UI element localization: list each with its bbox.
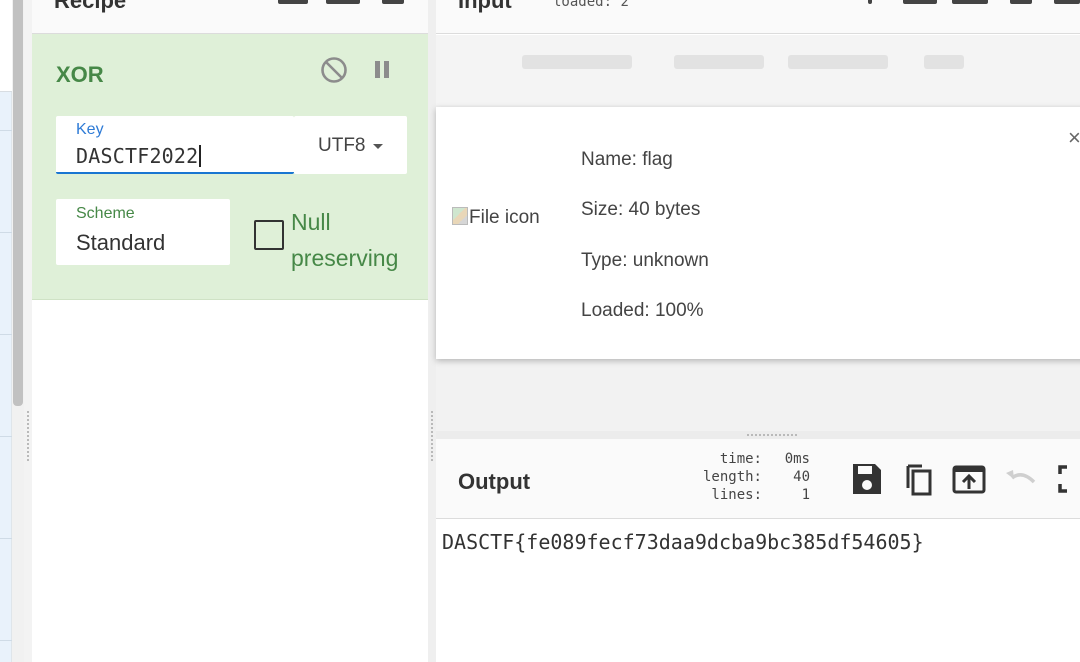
key-label: Key	[76, 121, 104, 138]
save-icon[interactable]	[849, 460, 885, 498]
input-header: Input loaded: 2	[436, 0, 1080, 34]
null-preserving-label[interactable]: Null preserving	[291, 204, 421, 276]
null-preserving-checkbox[interactable]	[254, 220, 284, 250]
maximise-icon[interactable]	[1054, 460, 1080, 498]
input-tab[interactable]	[674, 55, 764, 69]
input-tabs-bar	[436, 35, 1080, 105]
key-value[interactable]: DASCTF2022	[76, 144, 198, 168]
output-text[interactable]: DASCTF{fe089fecf73daa9dcba9bc385df54605}	[442, 530, 924, 554]
output-title: Output	[458, 469, 531, 494]
input-tab[interactable]	[788, 55, 888, 69]
open-file-icon[interactable]	[952, 0, 988, 4]
key-input[interactable]: Key DASCTF2022	[56, 116, 294, 174]
input-title: Input	[458, 0, 512, 13]
operations-scrollbar[interactable]	[12, 0, 24, 662]
recipe-title: Recipe	[54, 0, 127, 13]
column-resizer-right[interactable]	[428, 0, 436, 662]
file-type: Type: unknown	[581, 250, 709, 271]
undo-icon[interactable]	[1002, 460, 1038, 498]
operation-name: XOR	[56, 62, 104, 87]
loaded-count: 2	[620, 0, 629, 10]
disable-icon[interactable]	[320, 56, 348, 84]
file-details-overlay: File icon Name: flag Size: 40 bytes Type…	[436, 107, 1080, 359]
io-resizer[interactable]	[436, 431, 1080, 439]
replace-input-icon[interactable]	[951, 460, 987, 498]
add-input-icon[interactable]	[868, 0, 872, 4]
scheme-value[interactable]: Standard	[76, 230, 165, 256]
stat-length: length: 40	[702, 469, 810, 485]
layout-icon[interactable]	[1054, 0, 1080, 4]
operations-list	[0, 0, 12, 662]
close-icon[interactable]: ×	[1068, 125, 1080, 151]
file-size: Size: 40 bytes	[581, 199, 701, 220]
pause-icon[interactable]	[372, 58, 392, 82]
caret-down-icon	[373, 144, 383, 149]
load-recipe-icon[interactable]	[326, 0, 360, 4]
file-name: Name: flag	[581, 149, 673, 170]
io-panel: Input loaded: 2 File icon Name: flag Siz…	[436, 0, 1080, 662]
stat-lines: lines: 1	[711, 487, 810, 503]
text-caret	[199, 145, 201, 167]
file-icon: File icon	[452, 207, 562, 251]
clear-recipe-icon[interactable]	[382, 0, 404, 4]
recipe-panel: Recipe XOR Key DASCTF2022 UTF8 Scheme St…	[32, 0, 432, 662]
clear-input-icon[interactable]	[1010, 0, 1032, 4]
recipe-header: Recipe	[32, 0, 432, 34]
file-loaded: Loaded: 100%	[581, 300, 704, 321]
input-loaded-count: loaded: 2	[553, 0, 629, 10]
input-tab[interactable]	[924, 55, 964, 69]
save-recipe-icon[interactable]	[278, 0, 308, 4]
key-encoding-label: UTF8	[318, 135, 366, 156]
broken-image-icon	[452, 207, 468, 225]
cyberchef-window: Recipe XOR Key DASCTF2022 UTF8 Scheme St…	[0, 0, 1080, 662]
scheme-select[interactable]: Scheme Standard	[56, 199, 230, 265]
stat-time: time: 0ms	[719, 451, 810, 467]
column-resizer-left[interactable]	[24, 0, 32, 662]
output-stats: time: 0ms length: 40 lines: 1	[690, 450, 812, 504]
xor-operation[interactable]: XOR Key DASCTF2022 UTF8 Scheme Standard …	[32, 34, 432, 300]
copy-icon[interactable]	[900, 460, 936, 498]
open-folder-icon[interactable]	[903, 0, 937, 4]
scrollbar-thumb[interactable]	[13, 0, 23, 406]
input-tab[interactable]	[522, 55, 632, 69]
key-encoding-dropdown[interactable]: UTF8	[294, 116, 407, 174]
output-header: Output time: 0ms length: 40 lines: 1	[436, 439, 1080, 519]
loaded-label: loaded:	[553, 0, 613, 10]
scheme-label: Scheme	[76, 205, 135, 222]
